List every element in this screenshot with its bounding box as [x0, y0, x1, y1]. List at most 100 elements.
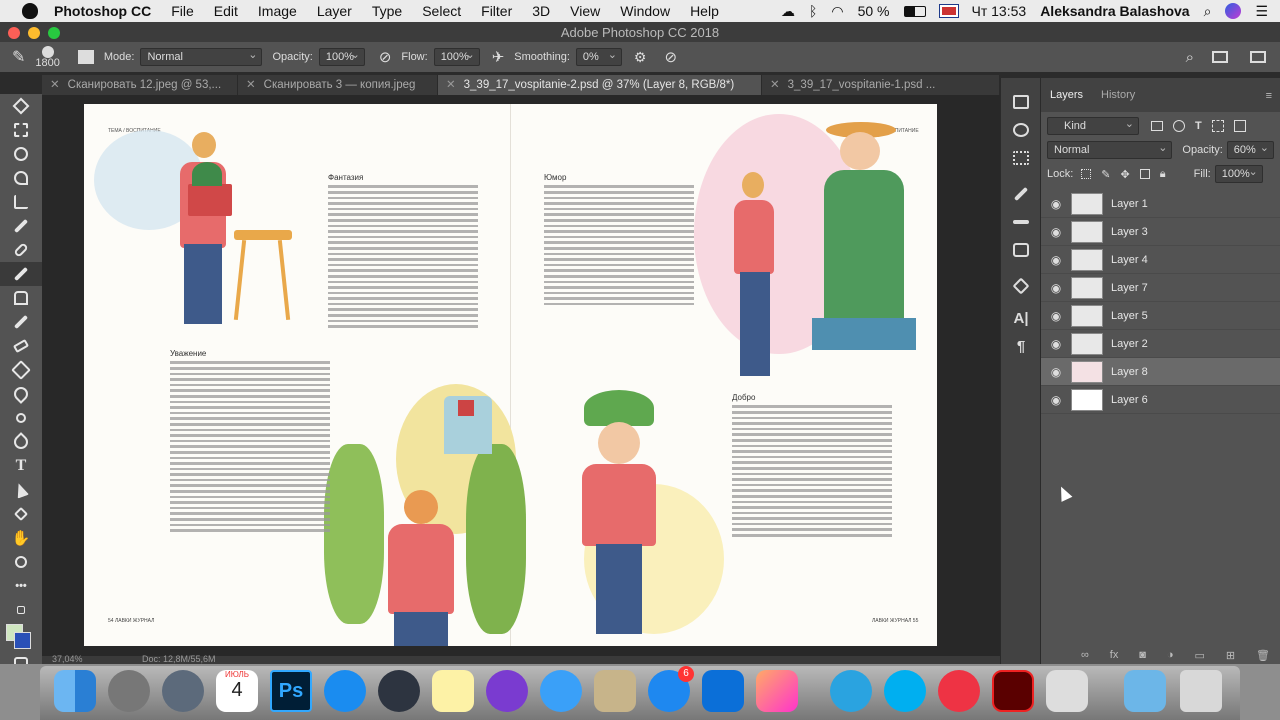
layer-thumbnail[interactable] [1071, 360, 1103, 383]
paragraph-panel-button[interactable]: ¶ [1001, 332, 1041, 360]
airbrush-icon[interactable]: ✈ [492, 48, 505, 66]
pressure-size-icon[interactable]: ⊘ [664, 48, 677, 66]
path-select-tool[interactable] [0, 478, 42, 502]
siri-icon[interactable] [1225, 3, 1242, 19]
zoom-window-button[interactable] [48, 27, 60, 39]
clone-source-panel-button[interactable] [1001, 236, 1041, 264]
new-adjustment-icon[interactable]: ◑ [1167, 649, 1174, 662]
visibility-eye-icon[interactable]: ◉ [1041, 337, 1071, 351]
search-icon[interactable]: ⌕ [1204, 3, 1212, 20]
menu-type[interactable]: Type [372, 3, 402, 19]
trash-icon[interactable]: 🗑︎ [1256, 649, 1270, 662]
history-brush-tool[interactable] [0, 310, 42, 334]
mode-select[interactable]: Normal [140, 47, 263, 66]
link-layers-icon[interactable]: ∞ [1081, 649, 1089, 662]
healing-tool[interactable] [0, 238, 42, 262]
menu-select[interactable]: Select [422, 3, 461, 19]
swatches-panel-button[interactable] [1001, 144, 1041, 172]
lock-position-icon[interactable]: ✥ [1121, 168, 1130, 181]
more-tools[interactable]: ••• [0, 574, 42, 598]
trash-dock-icon[interactable] [1180, 670, 1222, 712]
layer-row[interactable]: ◉ Layer 4 [1041, 246, 1280, 274]
adjustments-panel-button[interactable] [1001, 208, 1041, 236]
type-tool[interactable]: T [0, 454, 42, 478]
tab-history[interactable]: History [1101, 89, 1135, 101]
tab-vospitanie-2[interactable]: ✕ 3_39_17_vospitanie-2.psd @ 37% (Layer 8… [438, 75, 762, 95]
eraser-tool[interactable] [0, 334, 42, 358]
user-name[interactable]: Aleksandra Balashova [1040, 3, 1189, 19]
layer-thumbnail[interactable] [1071, 332, 1103, 355]
pixel-filter-icon[interactable] [1151, 121, 1163, 131]
acrobat-icon[interactable] [992, 670, 1034, 712]
visibility-eye-icon[interactable]: ◉ [1041, 281, 1071, 295]
panel-menu-icon[interactable]: ≡ [1266, 90, 1272, 102]
3d-panel-button[interactable] [1001, 272, 1041, 300]
character-panel-button[interactable]: A| [1001, 304, 1041, 332]
menu-help[interactable]: Help [690, 3, 719, 19]
close-tab-icon[interactable]: ✕ [246, 79, 256, 91]
paw-app-icon[interactable] [938, 670, 980, 712]
canvas-area[interactable]: ТЕМА / ВОСПИТАНИЕ ТЕМА / ВОСПИТАНИЕ [42, 95, 1000, 656]
layer-name[interactable]: Layer 6 [1111, 394, 1148, 406]
close-tab-icon[interactable]: ✕ [50, 79, 60, 91]
smoothing-input[interactable]: 0% [575, 47, 622, 66]
share-icon[interactable] [1250, 51, 1266, 63]
search-icon[interactable]: ⌕ [1186, 49, 1194, 66]
layer-name[interactable]: Layer 1 [1111, 198, 1148, 210]
trello-icon[interactable] [702, 670, 744, 712]
launchpad-icon[interactable] [162, 670, 204, 712]
menu-file[interactable]: File [171, 3, 194, 19]
menu-window[interactable]: Window [620, 3, 670, 19]
visibility-eye-icon[interactable]: ◉ [1041, 253, 1071, 267]
quicktime-icon[interactable] [378, 670, 420, 712]
clock[interactable]: Чт 13:53 [972, 3, 1027, 19]
menu-image[interactable]: Image [258, 3, 297, 19]
visibility-eye-icon[interactable]: ◉ [1041, 225, 1071, 239]
new-group-icon[interactable]: ▭ [1194, 649, 1204, 662]
menu-edit[interactable]: Edit [214, 3, 238, 19]
layer-thumbnail[interactable] [1071, 304, 1103, 327]
battery-percent[interactable]: 50 % [858, 3, 890, 19]
add-mask-icon[interactable]: ◙ [1139, 649, 1146, 662]
calendar-icon[interactable]: ИЮЛЬ 4 [216, 670, 258, 712]
layer-thumbnail[interactable] [1071, 276, 1103, 299]
preview-icon[interactable] [594, 670, 636, 712]
drive-icon[interactable] [1046, 670, 1088, 712]
creative-cloud-icon[interactable]: ☁ [781, 3, 795, 20]
color-panel-button[interactable] [1001, 116, 1041, 144]
lock-artboard-icon[interactable] [1139, 169, 1150, 179]
wifi-icon[interactable]: ◠ [831, 3, 843, 20]
opacity-input[interactable]: 100% [318, 47, 365, 66]
layer-thumbnail[interactable] [1071, 388, 1103, 411]
crop-tool[interactable] [0, 190, 42, 214]
default-colors[interactable] [0, 598, 42, 622]
brushes-panel-button[interactable] [1001, 180, 1041, 208]
close-tab-icon[interactable]: ✕ [446, 79, 456, 91]
clone-stamp-tool[interactable] [0, 286, 42, 310]
lasso-tool[interactable] [0, 142, 42, 166]
marquee-tool[interactable] [0, 118, 42, 142]
brush-preset-picker[interactable]: 1800 [35, 46, 60, 69]
color-swatches[interactable] [0, 622, 42, 652]
layer-name[interactable]: Layer 5 [1111, 310, 1148, 322]
layer-row-selected[interactable]: ◉ Layer 8 [1041, 358, 1280, 386]
magazine-spread[interactable]: ТЕМА / ВОСПИТАНИЕ ТЕМА / ВОСПИТАНИЕ [84, 104, 937, 646]
layer-row[interactable]: ◉ Layer 7 [1041, 274, 1280, 302]
imovie-icon[interactable] [486, 670, 528, 712]
telegram-icon[interactable] [830, 670, 872, 712]
kind-filter-select[interactable]: Kind [1047, 116, 1139, 135]
messages-icon[interactable] [540, 670, 582, 712]
move-tool[interactable] [0, 94, 42, 118]
tab-layers[interactable]: Layers [1050, 89, 1083, 101]
blur-tool[interactable] [0, 382, 42, 406]
paint-bucket-tool[interactable] [0, 358, 42, 382]
menu-view[interactable]: View [570, 3, 600, 19]
minimize-window-button[interactable] [28, 27, 40, 39]
layer-thumbnail[interactable] [1071, 192, 1103, 215]
shape-tool[interactable] [0, 502, 42, 526]
visibility-eye-icon[interactable]: ◉ [1041, 197, 1071, 211]
layer-opacity-input[interactable]: 60% [1226, 140, 1274, 159]
lock-transparency-icon[interactable] [1081, 169, 1092, 179]
visibility-eye-icon[interactable]: ◉ [1041, 365, 1071, 379]
itunes-icon[interactable] [756, 670, 798, 712]
